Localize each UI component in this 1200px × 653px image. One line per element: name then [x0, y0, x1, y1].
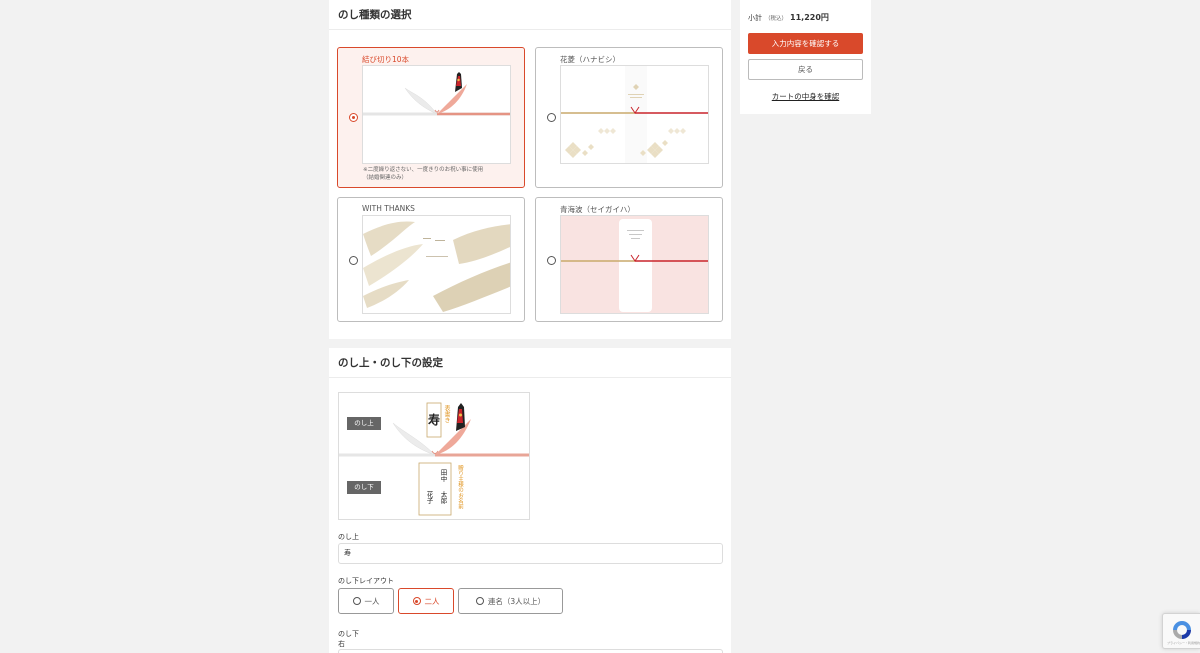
noshi-option-label: WITH THANKS: [362, 204, 415, 213]
noshi-preview-musubikiri: [362, 65, 511, 164]
noshi-preview-seigaiha: [560, 215, 709, 314]
radio-seigaiha[interactable]: [547, 256, 556, 265]
noshi-upper-text: 寿: [428, 413, 441, 427]
recaptcha-text: プライバシー・利用規約: [1167, 641, 1200, 645]
noshi-option-label: 結び切り10本: [362, 55, 410, 64]
noshi-with-thanks-illustration: [363, 221, 510, 312]
noshi-name-right2: 太郎: [439, 491, 447, 504]
radio-pair[interactable]: [412, 597, 421, 605]
noshi-option-musubikiri[interactable]: 結び切り10本 ※二度繰り返さない、一度きりのお祝い事に使用 （結婚関連のみ）: [337, 47, 525, 188]
noshi-musubikiri-illustration: [363, 72, 510, 116]
noshi-seigaiha-illustration: [561, 216, 708, 313]
confirm-button[interactable]: 入力内容を確認する: [748, 33, 863, 54]
noshi-upper-hint: 表書き: [443, 405, 450, 423]
recaptcha-badge[interactable]: プライバシー・利用規約: [1162, 613, 1200, 649]
main-column: のし種類の選択 結び切り10本 ※二度繰り返さない、一度きりのお祝い事に使用 （…: [329, 0, 731, 653]
noshi-lower-tag: のし下: [347, 481, 381, 494]
layout-option-pair[interactable]: 二人: [398, 588, 454, 614]
layout-option-label: 連名（3人以上）: [487, 596, 546, 606]
noshi-option-seigaiha[interactable]: 青海波（セイガイハ）: [535, 197, 723, 322]
noshi-lower-hint: 贈り主様のお名前: [457, 465, 463, 509]
lower-field-sublabel-right: 右: [338, 640, 345, 648]
noshi-settings-title: のし上・のし下の設定: [329, 348, 731, 378]
layout-option-joint[interactable]: 連名（3人以上）: [458, 588, 563, 614]
noshi-hanabishi-illustration: [561, 66, 708, 163]
noshi-preview-with-thanks: [362, 215, 511, 314]
upper-text-input[interactable]: 寿: [338, 543, 723, 564]
noshi-preview: のし上 のし下 寿 表書き 田中 太郎 花子 贈り主様のお名前: [338, 392, 530, 520]
noshi-name-right: 田中: [439, 469, 447, 482]
order-summary: 小計 （税込） 11,220円 入力内容を確認する 戻る カートの中身を確認: [740, 0, 871, 114]
noshi-preview-hanabishi: [560, 65, 709, 164]
noshi-name-left: 花子: [425, 491, 433, 504]
radio-with-thanks[interactable]: [349, 256, 358, 265]
subtotal-label: 小計: [748, 14, 762, 22]
layout-option-label: 二人: [424, 596, 440, 606]
noshi-option-label: 花菱（ハナビシ）: [560, 55, 620, 64]
lower-right-input[interactable]: [338, 649, 723, 653]
noshi-settings-card: のし上・のし下の設定 のし上 のし下 寿 表書き 田中 太郎 花子 贈り主様のお…: [329, 348, 731, 653]
noshi-option-note: ※二度繰り返さない、一度きりのお祝い事に使用 （結婚関連のみ）: [363, 166, 483, 182]
layout-label: のし下レイアウト: [338, 577, 394, 585]
layout-option-single[interactable]: 一人: [338, 588, 394, 614]
radio-joint[interactable]: [475, 597, 484, 605]
back-button[interactable]: 戻る: [748, 59, 863, 80]
noshi-upper-tag: のし上: [347, 417, 381, 430]
recaptcha-icon: [1173, 621, 1191, 639]
layout-option-label: 一人: [364, 596, 380, 606]
noshi-option-hanabishi[interactable]: 花菱（ハナビシ）: [535, 47, 723, 188]
cart-contents-link[interactable]: カートの中身を確認: [740, 91, 871, 102]
noshi-option-with-thanks[interactable]: WITH THANKS: [337, 197, 525, 322]
lower-field-label: のし下: [338, 630, 359, 638]
upper-field-label: のし上: [338, 533, 359, 541]
radio-single[interactable]: [352, 597, 361, 605]
radio-musubikiri[interactable]: [349, 113, 358, 122]
subtotal: 小計 （税込） 11,220円: [748, 12, 829, 23]
radio-hanabishi[interactable]: [547, 113, 556, 122]
noshi-type-title: のし種類の選択: [329, 0, 731, 30]
noshi-option-label: 青海波（セイガイハ）: [560, 205, 635, 214]
subtotal-amount: 11,220円: [790, 13, 829, 22]
note-text: ※二度繰り返さない、一度きりのお祝い事に使用 （結婚関連のみ）: [363, 167, 484, 181]
noshi-type-card: のし種類の選択 結び切り10本 ※二度繰り返さない、一度きりのお祝い事に使用 （…: [329, 0, 731, 339]
tax-label: （税込）: [765, 16, 788, 22]
